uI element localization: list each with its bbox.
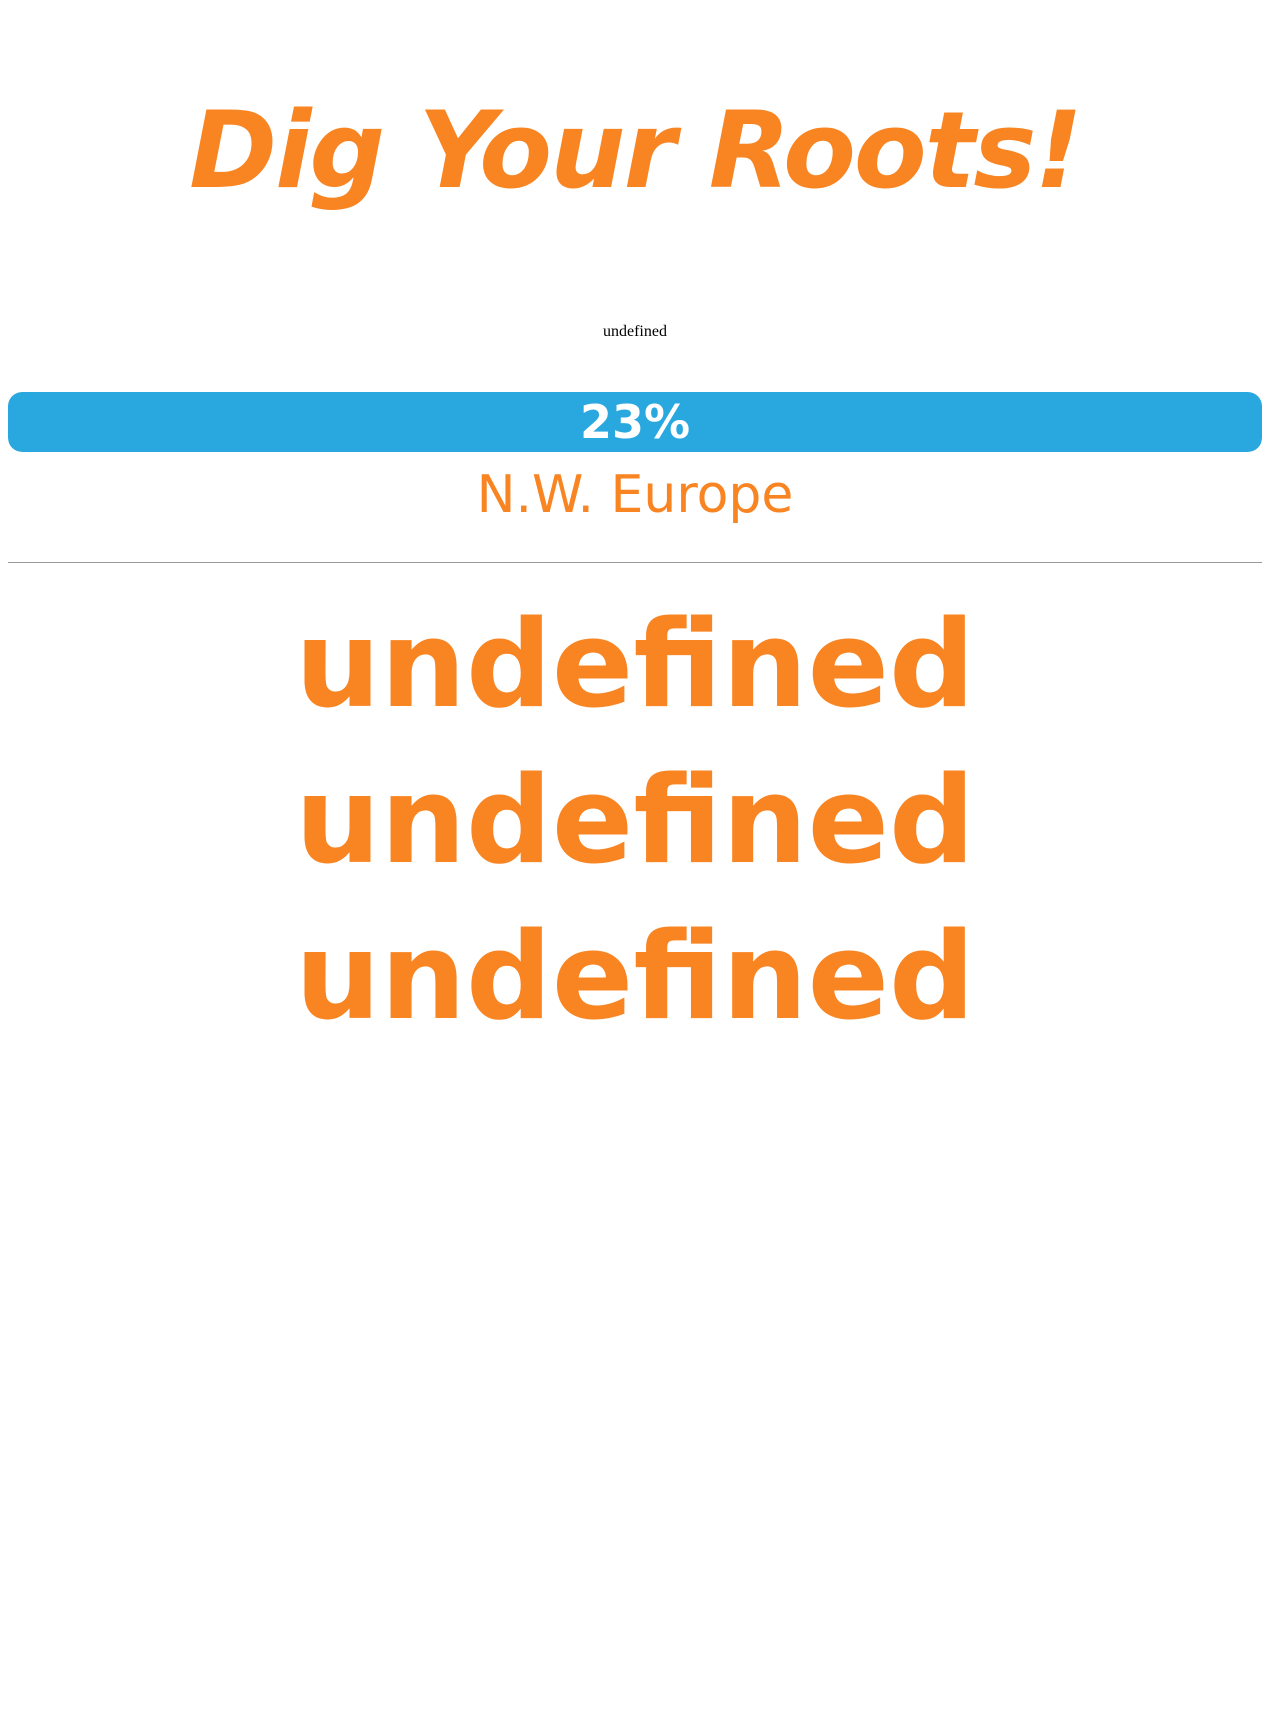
progress-label: 23%	[579, 395, 691, 449]
result-line: undefined	[295, 752, 975, 891]
result-line: undefined	[295, 908, 975, 1047]
region-label: N.W. Europe	[476, 465, 794, 525]
result-line: undefined	[295, 596, 975, 735]
page: Dig Your Roots! undefined 23% N.W. Europ…	[0, 0, 1270, 1720]
progress-bar: 23%	[8, 392, 1262, 452]
page-title: Dig Your Roots!	[189, 89, 1083, 212]
subtitle-text: undefined	[603, 323, 667, 340]
results-list: undefined undefined undefined	[0, 588, 1270, 1056]
divider	[8, 562, 1262, 563]
